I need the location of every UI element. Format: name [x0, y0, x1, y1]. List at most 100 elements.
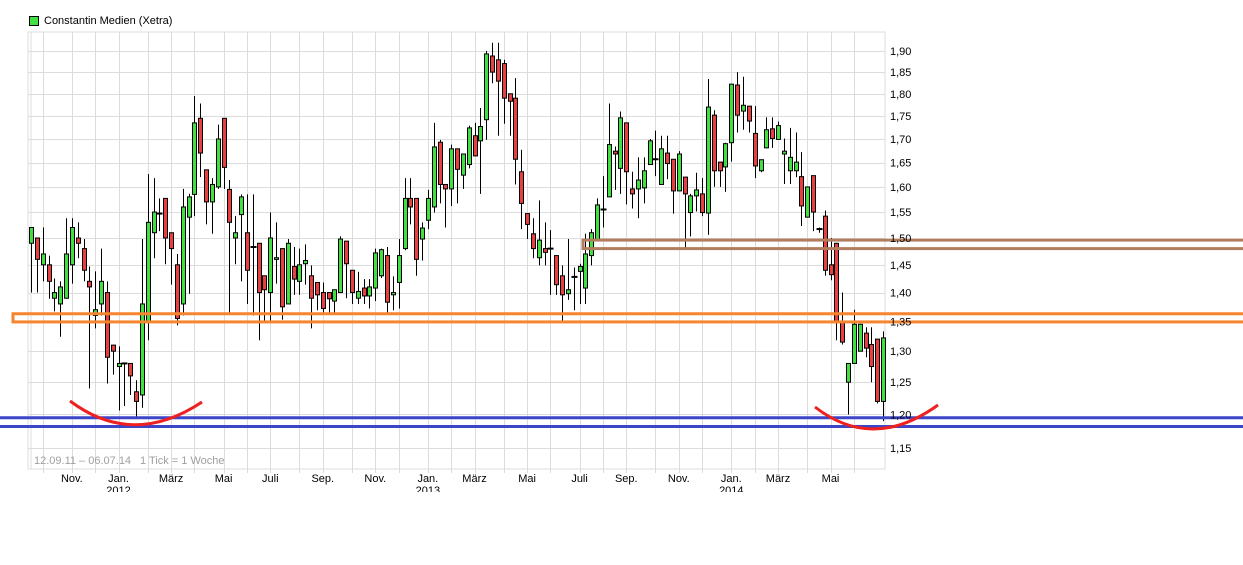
candle — [286, 239, 291, 305]
candle-body-down — [350, 269, 355, 294]
candle-body-down — [128, 362, 133, 377]
candle-body-down — [105, 292, 110, 358]
y-tick-label: 1,20 — [890, 409, 911, 421]
candle-body-down — [508, 93, 513, 102]
candle-body-down — [414, 197, 419, 260]
candle-body-up — [239, 196, 244, 216]
candle-body-down — [473, 135, 478, 157]
y-tick-label: 1,15 — [890, 443, 911, 455]
candle-body-down — [134, 391, 139, 402]
candle-body-down — [344, 240, 349, 265]
candle-body-up — [618, 117, 623, 169]
candle-body-up — [397, 255, 402, 283]
candle-body-up — [478, 126, 483, 142]
candlestick-chart: 1,90 1,85 1,80 1,75 1,70 1,65 1,60 1,55 1,50 1,45… — [0, 31, 1243, 497]
x-tick-label: Mai — [215, 473, 233, 485]
candle-body-down — [864, 332, 869, 349]
plot-area — [27, 31, 886, 470]
candle-body-up — [70, 227, 75, 266]
candle-body-up — [595, 204, 600, 241]
candle-body-down — [204, 169, 209, 203]
candle-body-up — [181, 206, 186, 305]
candle-body-up — [152, 211, 157, 234]
candle-body-down — [531, 233, 536, 250]
candle-body-down — [443, 183, 448, 190]
candle-body-up — [648, 140, 653, 166]
candle-body-down — [869, 344, 874, 368]
candle-body-up — [858, 323, 863, 352]
candle-body-up — [578, 265, 583, 272]
candle-body-down — [198, 117, 203, 154]
x-tick-label: März — [159, 473, 183, 485]
candle — [823, 210, 828, 276]
candle-body-up — [373, 252, 378, 289]
candle-body-up — [706, 106, 711, 214]
candle-body-down — [525, 213, 530, 225]
candle-body-down — [665, 152, 670, 165]
candle-body-up — [338, 238, 343, 294]
candle-body-up — [192, 122, 197, 195]
y-tick-label: 1,60 — [890, 182, 911, 194]
x-tick-label: Nov. — [668, 473, 690, 485]
candle-body-down — [840, 320, 845, 343]
candle-body-up — [659, 148, 664, 185]
candle-body-up — [64, 253, 69, 299]
candle-body-down — [408, 197, 413, 208]
candle-body-down — [735, 84, 740, 116]
candle-body-up — [52, 292, 57, 299]
candle-body-up — [467, 127, 472, 166]
candle — [379, 248, 384, 279]
y-tick-label: 1,75 — [890, 111, 911, 123]
candle-body-up — [881, 337, 886, 402]
candle-body-down — [613, 150, 618, 155]
x-tick-label: Juli — [262, 473, 279, 485]
x-tick-label: Jan. — [417, 473, 438, 485]
candle-body-down — [683, 176, 688, 195]
candle-body-down — [309, 275, 314, 299]
candle-body-up — [688, 195, 693, 214]
candle-body-up — [58, 286, 63, 305]
candle-body-up — [583, 253, 588, 289]
candle — [805, 186, 810, 218]
candle-body-up — [484, 53, 489, 121]
legend-swatch — [29, 16, 39, 26]
y-tick-label: 1,85 — [890, 67, 911, 79]
y-tick-label: 1,80 — [890, 89, 911, 101]
candle-body-down — [315, 281, 320, 296]
candle-body-down — [519, 171, 524, 204]
candle-body-up — [782, 150, 787, 155]
candle-body-down — [292, 265, 297, 280]
candle-body-up — [297, 264, 302, 282]
candle-body-up — [216, 138, 221, 188]
candle-body-down — [227, 188, 232, 223]
candle-body-down — [811, 175, 816, 213]
y-tick-label: 1,30 — [890, 346, 911, 358]
candle-body-down — [671, 158, 676, 192]
candle — [595, 198, 600, 242]
candle-body-down — [502, 63, 507, 99]
candle-body-down — [321, 292, 326, 310]
candle-body-down — [175, 264, 180, 319]
candle-body-up — [764, 129, 769, 149]
candle — [648, 138, 653, 166]
candle-body-up — [759, 159, 764, 172]
candle-body-down — [829, 264, 834, 276]
x-tick-label: Nov. — [364, 473, 386, 485]
candle — [338, 236, 343, 294]
x-tick-label: Sep. — [615, 473, 638, 485]
candle-body-up — [642, 170, 647, 189]
candle-body-down — [87, 280, 92, 288]
candle-body-up — [303, 259, 308, 265]
candle-body-down — [438, 141, 443, 185]
legend-label: Constantin Medien (Xetra) — [44, 15, 173, 27]
candle-body-down — [47, 264, 52, 282]
candle-body-down — [385, 255, 390, 303]
candle-body-up — [636, 179, 641, 190]
candle-body-down — [770, 128, 775, 140]
candle-body-up — [233, 232, 238, 239]
candle-body-up — [741, 104, 746, 112]
candle-body-up — [286, 242, 291, 305]
legend: Constantin Medien (Xetra) — [29, 15, 172, 27]
x-tick-label: Juli — [571, 473, 588, 485]
x-tick-year: 2012 — [106, 485, 130, 497]
